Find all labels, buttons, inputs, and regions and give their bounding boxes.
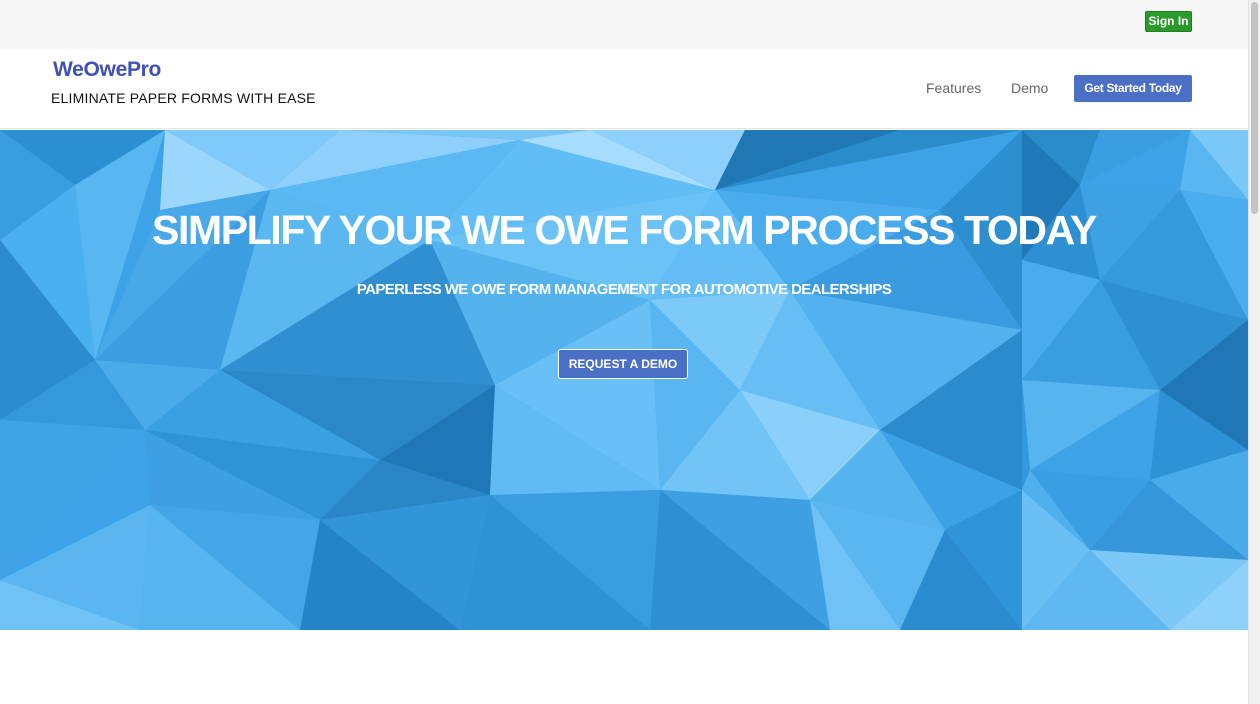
scrollbar-thumb[interactable]: [1251, 2, 1258, 214]
scrollbar[interactable]: [1248, 0, 1260, 704]
request-demo-button[interactable]: REQUEST A DEMO: [558, 349, 688, 379]
top-bar: [0, 0, 1248, 49]
brand-logo[interactable]: WeOwePro: [53, 58, 161, 82]
tagline: ELIMINATE PAPER FORMS WITH EASE: [51, 90, 316, 106]
navbar: [0, 49, 1248, 129]
hero-subtitle: PAPERLESS WE OWE FORM MANAGEMENT FOR AUT…: [356, 281, 892, 298]
nav-link-demo[interactable]: Demo: [1011, 80, 1048, 96]
low-poly-background: [0, 130, 1248, 630]
hero-banner: SIMPLIFY YOUR WE OWE FORM PROCESS TODAY …: [0, 130, 1248, 630]
hero-title: SIMPLIFY YOUR WE OWE FORM PROCESS TODAY: [152, 207, 1097, 253]
sign-in-button[interactable]: Sign In: [1145, 11, 1192, 32]
get-started-button[interactable]: Get Started Today: [1074, 75, 1192, 102]
nav-link-features[interactable]: Features: [926, 80, 981, 96]
